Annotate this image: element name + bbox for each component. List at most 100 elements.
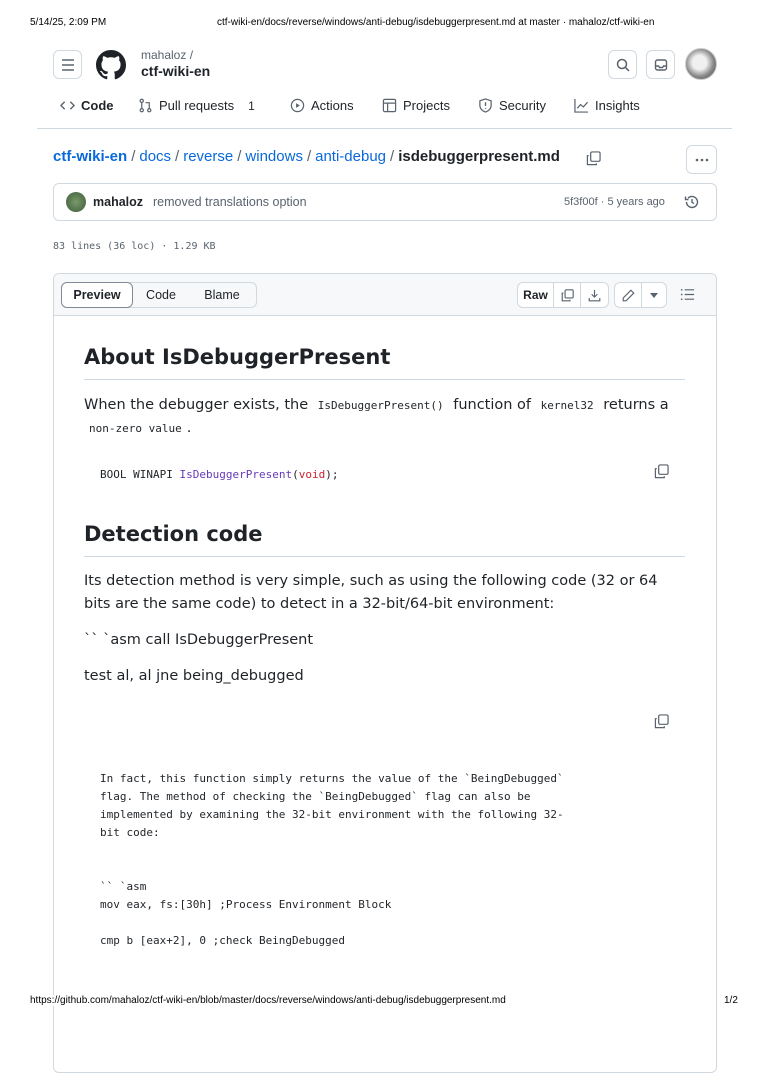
tab-insights[interactable]: Insights — [574, 98, 640, 113]
inline-code: IsDebuggerPresent() — [317, 399, 444, 412]
list-icon — [680, 288, 695, 301]
tab-label: Security — [499, 98, 546, 113]
tab-blame[interactable]: Blame — [190, 283, 254, 307]
copy-icon — [654, 714, 669, 729]
print-datetime: 5/14/25, 2:09 PM — [30, 17, 107, 28]
search-icon — [616, 58, 630, 72]
edit-button[interactable] — [615, 283, 643, 307]
outline-button[interactable] — [680, 287, 695, 307]
repo-owner[interactable]: mahaloz / — [141, 48, 193, 62]
history-button[interactable] — [684, 194, 700, 215]
code-token-function: IsDebuggerPresent — [179, 468, 293, 481]
shield-icon — [479, 98, 492, 113]
tab-preview[interactable]: Preview — [61, 282, 133, 308]
breadcrumb-separator: / — [237, 148, 242, 165]
heading-about: About IsDebuggerPresent — [84, 345, 391, 369]
copy-code-button[interactable] — [654, 714, 669, 734]
breadcrumb-link[interactable]: reverse — [183, 148, 233, 165]
text: . — [186, 420, 192, 436]
pr-count-badge: 1 — [248, 98, 255, 113]
commit-author[interactable]: mahaloz — [93, 195, 143, 209]
tab-actions[interactable]: Actions — [290, 98, 354, 113]
copy-icon — [586, 151, 601, 166]
code-block: BOOL WINAPI IsDebuggerPresent(void); — [100, 466, 338, 484]
code-token: ); — [325, 468, 339, 481]
graph-icon — [574, 98, 589, 113]
header-divider — [37, 128, 732, 129]
text: When the debugger exists, the — [84, 397, 309, 413]
file-info: 83 lines (36 loc) · 1.29 KB — [53, 241, 216, 252]
code-token: ( — [292, 468, 299, 481]
avatar[interactable] — [685, 48, 717, 80]
edit-dropdown-button[interactable] — [642, 283, 666, 307]
copy-icon — [561, 288, 574, 301]
breadcrumb: ctf-wiki-en / docs / reverse / windows / anti-de… — [53, 148, 560, 165]
breadcrumb-separator: / — [306, 148, 312, 165]
print-title: ctf-wiki-en/docs/reverse/windows/anti-de… — [217, 17, 655, 28]
repo-name[interactable]: ctf-wiki-en — [141, 63, 210, 79]
commit-age: 5 years ago — [607, 196, 665, 208]
inline-code: non-zero value — [89, 422, 182, 435]
breadcrumb-separator: / — [390, 148, 395, 165]
kebab-icon — [695, 158, 708, 161]
inbox-button[interactable] — [646, 50, 675, 79]
breadcrumb-file: isdebuggerpresent.md — [398, 148, 560, 165]
tab-label: Insights — [595, 98, 640, 113]
github-logo-icon[interactable] — [96, 50, 127, 80]
author-avatar[interactable] — [66, 192, 86, 212]
raw-button[interactable]: Raw — [518, 283, 554, 307]
code-token-keyword: void — [298, 468, 326, 481]
heading-divider — [84, 379, 685, 380]
tab-label: Projects — [403, 98, 450, 113]
search-button[interactable] — [608, 50, 637, 79]
history-icon — [684, 195, 699, 209]
breadcrumb-link[interactable]: docs — [139, 148, 171, 165]
inline-code: kernel32 — [540, 399, 594, 412]
code-token: BOOL WINAPI — [100, 468, 180, 481]
print-url: https://github.com/mahaloz/ctf-wiki-en/b… — [30, 995, 506, 1006]
view-switcher: Preview Code Blame — [61, 282, 257, 308]
breadcrumb-separator: / — [175, 148, 180, 165]
tab-projects[interactable]: Projects — [382, 98, 450, 113]
commit-sha[interactable]: 5f3f00f — [564, 196, 598, 208]
caret-down-icon — [650, 292, 659, 298]
code-block: In fact, this function simply returns th… — [100, 772, 564, 947]
pull-request-icon — [139, 98, 152, 113]
heading-divider — [84, 556, 685, 557]
download-icon — [588, 289, 601, 301]
edit-button-group — [614, 282, 667, 308]
text: function of — [453, 397, 532, 413]
copy-path-button[interactable] — [586, 151, 601, 171]
breadcrumb-link[interactable]: anti-debug — [315, 148, 386, 165]
heading-detection: Detection code — [84, 522, 263, 546]
tab-code[interactable]: Code — [60, 98, 114, 113]
dot-separator: · — [600, 196, 605, 208]
text: returns a — [603, 397, 669, 413]
tab-label: Pull requests — [159, 98, 235, 113]
print-page-number: 1/2 — [724, 995, 738, 1006]
tab-security[interactable]: Security — [478, 98, 546, 113]
table-icon — [382, 98, 397, 113]
copy-icon — [654, 464, 669, 479]
tab-pull-requests[interactable]: Pull requests 1 — [138, 98, 255, 113]
breadcrumb-link[interactable]: windows — [245, 148, 303, 165]
play-icon — [290, 98, 305, 113]
copy-raw-button[interactable] — [554, 283, 581, 307]
download-button[interactable] — [581, 283, 608, 307]
commit-message[interactable]: removed translations option — [153, 195, 307, 209]
paragraph: test al, al jne being_debugged — [84, 668, 304, 684]
raw-button-group: Raw — [517, 282, 609, 308]
breadcrumb-separator: / — [131, 148, 136, 165]
paragraph: `` `asm call IsDebuggerPresent — [84, 632, 314, 648]
menu-button[interactable] — [53, 50, 82, 79]
commit-meta: 5f3f00f · 5 years ago — [564, 196, 665, 208]
breadcrumb-link[interactable]: ctf-wiki-en — [53, 148, 127, 165]
tab-label: Code — [81, 98, 114, 113]
copy-code-button[interactable] — [654, 464, 669, 484]
pencil-icon — [622, 288, 635, 301]
tab-code-view[interactable]: Code — [132, 283, 190, 307]
code-icon — [60, 101, 75, 110]
more-options-button[interactable] — [686, 145, 717, 174]
paragraph: When the debugger exists, the IsDebugger… — [84, 394, 684, 440]
hamburger-icon — [61, 58, 74, 71]
